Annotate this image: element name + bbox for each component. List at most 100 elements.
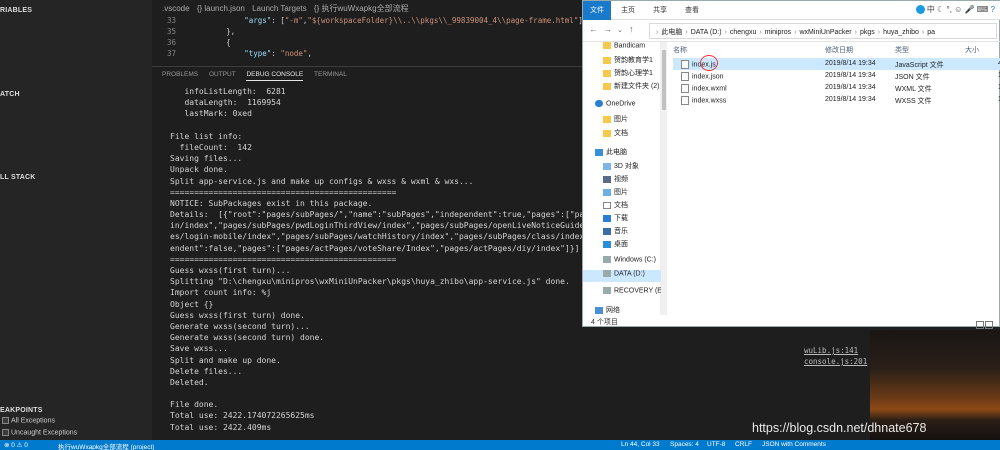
tab-terminal[interactable]: TERMINAL xyxy=(314,71,347,80)
help-icon[interactable]: ? xyxy=(991,5,995,14)
nav-item[interactable]: 3D 对象 xyxy=(583,161,661,173)
file-row[interactable]: index.json 2019/8/14 19:34 JSON 文件 1 xyxy=(673,70,1000,82)
address-segment[interactable]: pa xyxy=(927,29,935,36)
breadcrumb-item[interactable]: {} 执行wuWxapkg全部流程 xyxy=(314,4,409,13)
address-segment[interactable]: DATA (D:) xyxy=(691,29,722,36)
checkbox-icon[interactable] xyxy=(2,429,9,436)
chevron-right-icon[interactable]: › xyxy=(725,29,727,36)
debug-target[interactable]: 执行wuWxapkg全部流程 (project) xyxy=(58,441,154,450)
nav-item[interactable]: RECOVERY (E xyxy=(583,287,661,299)
download-icon xyxy=(603,214,611,222)
indentation[interactable]: Spaces: 4 xyxy=(670,441,699,448)
console-line: File done. xyxy=(170,400,219,410)
file-row[interactable]: index.wxss 2019/8/14 19:34 WXSS 文件 1 xyxy=(673,94,1000,106)
nav-item[interactable]: 桌面 xyxy=(583,239,661,251)
sidebar-section-header[interactable]: ATCH xyxy=(0,88,152,102)
code-line[interactable]: 36 { xyxy=(152,38,231,48)
smile-icon[interactable]: ☺ xyxy=(954,5,962,14)
nav-item-label: 图片 xyxy=(614,116,628,123)
tab-problems[interactable]: PROBLEMS xyxy=(162,71,198,80)
cursor-position[interactable]: Ln 44, Col 33 xyxy=(621,441,660,448)
code-line[interactable]: 37 "type": "node", xyxy=(152,49,312,59)
punctuation-icon[interactable]: °, xyxy=(947,5,952,14)
address-bar[interactable]: › 此电脑 › DATA (D:) › chengxu › minipros › wxMiniUn… xyxy=(649,23,997,39)
nav-item-label: 新建文件夹 (2) xyxy=(614,83,660,90)
large-icons-view-icon[interactable] xyxy=(985,321,993,329)
code-line[interactable]: 33 "args": ["-m","${workspaceFolder}\\..… xyxy=(152,16,583,26)
address-segment[interactable]: huya_zhibo xyxy=(883,29,919,36)
moon-icon[interactable]: ☾ xyxy=(937,5,944,14)
nav-item[interactable]: 音乐 xyxy=(583,226,661,238)
breadcrumb-item[interactable]: .vscode xyxy=(162,4,190,13)
mic-icon[interactable]: 🎤 xyxy=(965,5,975,14)
sogou-ime-icon[interactable] xyxy=(915,5,925,15)
language-mode[interactable]: JSON with Comments xyxy=(762,441,826,448)
details-view-icon[interactable] xyxy=(976,321,984,329)
breakpoint-all-exceptions[interactable]: All Exceptions xyxy=(0,416,152,427)
nav-item-label: 音乐 xyxy=(614,228,628,235)
sidebar-section-header[interactable]: LL STACK xyxy=(0,171,152,185)
chevron-right-icon[interactable]: › xyxy=(855,29,857,36)
encoding[interactable]: UTF-8 xyxy=(707,441,725,448)
forward-arrow-icon[interactable]: → xyxy=(603,24,612,34)
nav-item[interactable]: 文档 xyxy=(583,128,661,140)
chevron-right-icon[interactable]: › xyxy=(922,29,924,36)
nav-item[interactable]: OneDrive xyxy=(583,100,661,112)
address-segment[interactable]: 此电脑 xyxy=(661,29,682,36)
chevron-right-icon[interactable]: › xyxy=(794,29,796,36)
breakpoint-uncaught-exceptions[interactable]: Uncaught Exceptions xyxy=(0,428,152,439)
error-warning-counts[interactable]: ⊗ 0 ⚠ 0 xyxy=(4,441,28,449)
ribbon-tab-view[interactable]: 查看 xyxy=(685,5,699,15)
breadcrumb: .vscode {} launch.json Launch Targets {}… xyxy=(162,3,414,14)
console-line: Deleted. xyxy=(170,377,209,387)
nav-item[interactable]: 下载 xyxy=(583,213,661,225)
source-link[interactable]: wuLib.js:141 xyxy=(804,346,858,355)
up-arrow-icon[interactable]: ↑ xyxy=(629,24,634,34)
nav-item[interactable]: DATA (D:) xyxy=(583,270,661,282)
nav-item[interactable]: Windows (C:) xyxy=(583,256,661,268)
nav-item[interactable]: 网络 xyxy=(583,305,661,317)
ribbon-tab-share[interactable]: 共享 xyxy=(653,5,667,15)
back-arrow-icon[interactable]: ← xyxy=(589,24,598,34)
scrollbar-thumb[interactable] xyxy=(662,50,666,110)
code-editor[interactable]: .vscode {} launch.json Launch Targets {}… xyxy=(152,0,583,66)
column-header-type[interactable]: 类型 xyxy=(895,45,909,55)
nav-item[interactable]: 图片 xyxy=(583,187,661,199)
breadcrumb-item[interactable]: {} launch.json xyxy=(197,4,245,13)
keyboard-icon[interactable]: ⌨ xyxy=(977,5,989,14)
nav-scrollbar[interactable] xyxy=(661,42,667,315)
ime-mode[interactable]: 中 xyxy=(927,5,935,14)
sidebar-section-header[interactable]: RIABLES xyxy=(0,4,152,18)
nav-item[interactable]: Bandicam xyxy=(583,42,661,54)
code-line[interactable]: 35 }, xyxy=(152,27,235,37)
tab-output[interactable]: OUTPUT xyxy=(209,71,236,80)
chevron-right-icon[interactable]: › xyxy=(656,29,658,36)
chevron-right-icon[interactable]: › xyxy=(685,29,687,36)
address-segment[interactable]: chengxu xyxy=(730,29,756,36)
nav-item[interactable]: 视频 xyxy=(583,174,661,186)
line-ending[interactable]: CRLF xyxy=(735,441,752,448)
address-segment[interactable]: pkgs xyxy=(860,29,875,36)
nav-item[interactable]: 文档 xyxy=(583,200,661,212)
chevron-right-icon[interactable]: › xyxy=(878,29,880,36)
column-header-size[interactable]: 大小 xyxy=(965,45,979,55)
column-header-date[interactable]: 修改日期 xyxy=(825,45,853,55)
nav-item[interactable]: 贺韵教育学1 xyxy=(583,55,661,67)
nav-item[interactable]: 图片 xyxy=(583,114,661,126)
nav-item[interactable]: 新建文件夹 (2) xyxy=(583,81,661,93)
file-row[interactable]: index.wxml 2019/8/14 19:34 WXML 文件 1 xyxy=(673,82,1000,94)
source-link[interactable]: console.js:201 xyxy=(804,357,867,366)
file-row[interactable]: index.js 2019/8/14 19:34 JavaScript 文件 4 xyxy=(673,55,1000,71)
address-segment[interactable]: wxMiniUnPacker xyxy=(800,29,852,36)
ribbon-tab-file[interactable]: 文件 xyxy=(583,1,611,20)
checkbox-icon[interactable] xyxy=(2,417,9,424)
chevron-right-icon[interactable]: › xyxy=(759,29,761,36)
nav-item[interactable]: 贺韵心理学1 xyxy=(583,68,661,80)
nav-item[interactable]: 此电脑 xyxy=(583,147,661,159)
ribbon-tab-home[interactable]: 主页 xyxy=(621,5,635,15)
tab-debug-console[interactable]: DEBUG CONSOLE xyxy=(246,71,304,81)
chevron-down-icon[interactable]: ⌄ xyxy=(617,26,623,34)
breadcrumb-item[interactable]: Launch Targets xyxy=(252,4,307,13)
address-segment[interactable]: minipros xyxy=(765,29,791,36)
column-header-name[interactable]: 名称 xyxy=(673,45,687,55)
